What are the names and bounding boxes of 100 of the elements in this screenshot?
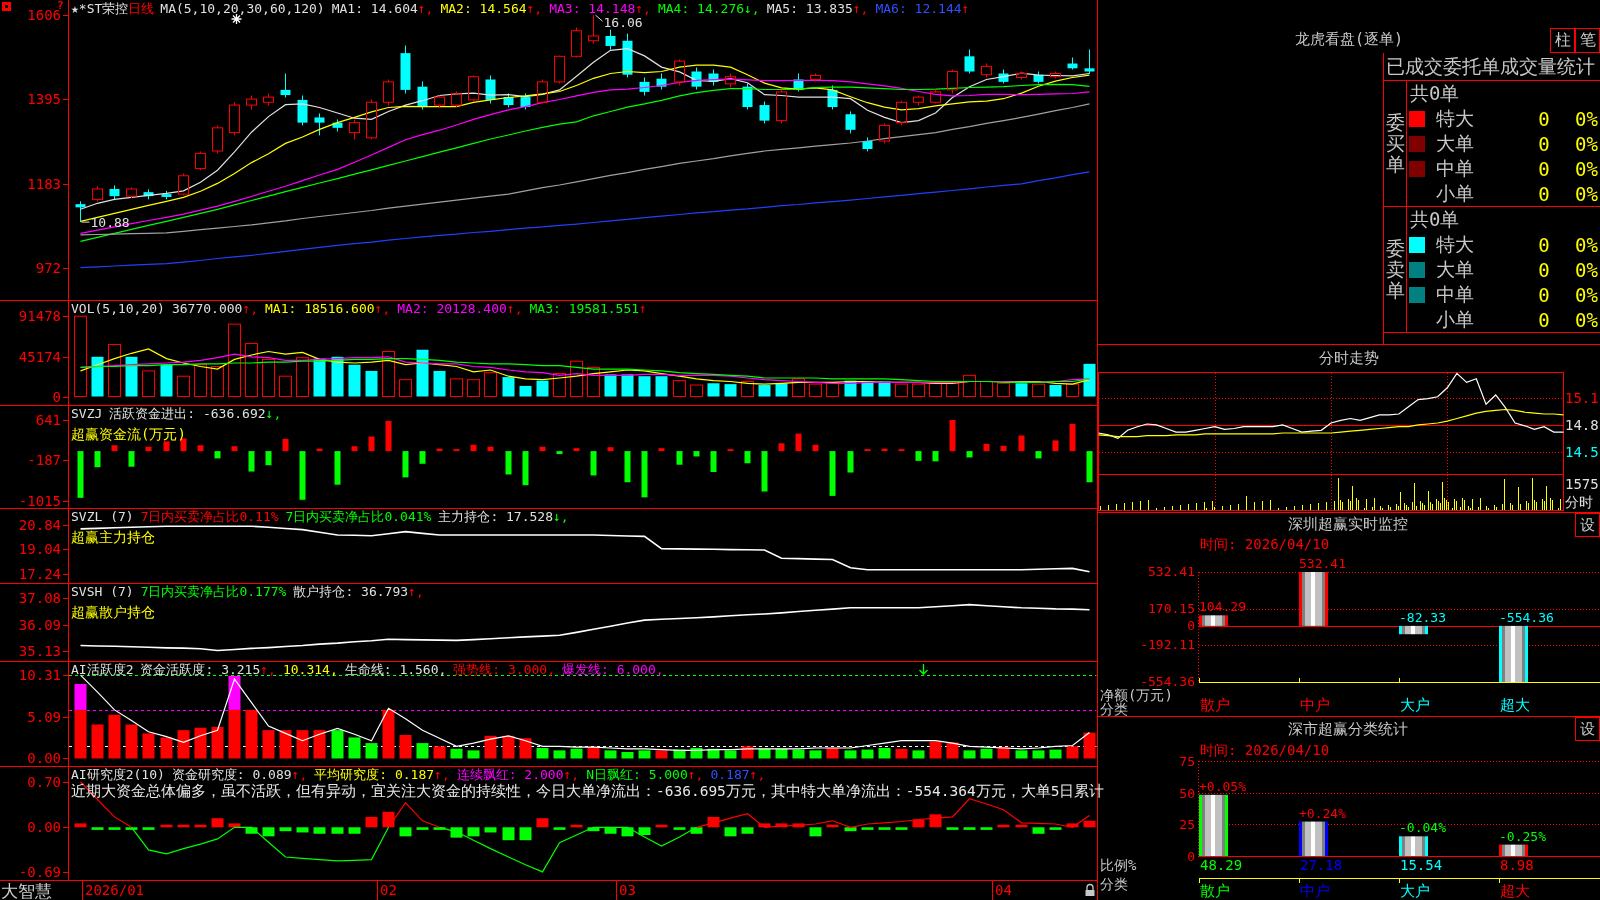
stock-name: ★*ST荣控 [71, 1, 129, 16]
view-toggle-button[interactable]: 笔 [1575, 28, 1600, 53]
fund-flow-bar [77, 451, 84, 498]
volume-bar [895, 383, 908, 397]
panel-title: 龙虎看盘(逐单) [1293, 30, 1405, 50]
lock-icon[interactable] [1085, 883, 1095, 896]
annotation: 16.06 [603, 15, 643, 31]
candlestick [605, 29, 616, 51]
order-count: 0 [1537, 234, 1551, 256]
research-bar [826, 824, 839, 828]
activity-bar [809, 750, 822, 759]
fund-flow-bar [316, 448, 323, 452]
fund-flow-bar [829, 451, 836, 496]
research-bar [844, 827, 857, 832]
indicator-name: AI研究度2(10) [71, 767, 165, 782]
research-bar [211, 818, 224, 828]
volume-bar [758, 385, 771, 397]
research-bar [792, 823, 805, 828]
fund-flow-bar [898, 449, 905, 452]
candlestick [537, 79, 548, 104]
activity-bar [348, 737, 361, 759]
research-bar [502, 827, 515, 841]
trend-arrow: ↑, [374, 301, 391, 316]
view-toggle-button[interactable]: 柱 [1550, 28, 1575, 53]
activity-bar [536, 747, 549, 759]
indicator-value: 活跃资金进出: -636.692 [109, 406, 266, 421]
fund-flow-bar [197, 445, 204, 452]
volume-bar [741, 381, 754, 397]
settings-button[interactable]: 设 [1575, 717, 1600, 741]
research-bar [108, 827, 121, 830]
indicator-value: MA1: 18516.600 [265, 301, 375, 316]
order-count: 0 [1537, 309, 1551, 331]
order-total: 共0单 [1410, 82, 1460, 104]
fund-flow-bar [282, 438, 289, 452]
fund-flow-bar [744, 451, 751, 464]
indicator-value: 7日内买卖净占比0.11% [140, 509, 279, 524]
candlestick [75, 200, 86, 223]
fund-flow-bar [641, 451, 648, 498]
annotation: 10.88 [90, 215, 130, 231]
candlestick [349, 118, 360, 140]
volume-bar [142, 370, 155, 397]
research-bar [399, 827, 412, 837]
share-bar [1299, 821, 1328, 856]
order-size-label: 小单 [1436, 307, 1475, 332]
research-bar [177, 824, 190, 828]
activity-bar [895, 748, 908, 759]
activity-bar [826, 747, 839, 759]
change-label: -0.04% [1399, 820, 1446, 836]
axis-label: 0.00 [27, 750, 61, 766]
fund-flow-bar [351, 446, 358, 452]
indicator-title: 超赢散户持仓 [71, 604, 155, 620]
category-label: 散户 [1200, 696, 1230, 714]
axis-title: 分类 [1100, 876, 1128, 892]
volume-bar [673, 380, 686, 397]
candlestick [639, 77, 650, 96]
activity-bar [758, 748, 771, 759]
research-bar [365, 816, 378, 828]
value-label: 532.41 [1299, 556, 1346, 571]
candlestick [417, 81, 428, 110]
volume-bar [1083, 363, 1096, 397]
settings-button[interactable]: 设 [1575, 513, 1600, 537]
candlestick [434, 94, 445, 108]
order-count: 0 [1537, 158, 1551, 180]
activity-bar [125, 724, 138, 759]
activity-bar [450, 748, 463, 759]
research-bar [980, 827, 993, 830]
research-bar [1032, 827, 1045, 834]
activity-bar [519, 738, 532, 759]
candlestick [366, 98, 377, 140]
candlestick [246, 94, 257, 110]
trend-arrow: ↑ [961, 1, 970, 16]
indicator-value: MA2: 20128.400 [397, 301, 507, 316]
research-bar [296, 827, 309, 833]
indicator-value: N日飘红: 5.000 [586, 767, 688, 782]
axis-label: 15.1 [1565, 389, 1599, 406]
axis-label: 20.84 [18, 516, 61, 533]
fund-flow-bar [1000, 445, 1007, 452]
candlestick [776, 89, 787, 124]
indicator-value: MA4: 14.276 [657, 1, 745, 16]
fund-flow-bar [419, 451, 426, 464]
trend-arrow: ↑, [291, 767, 308, 782]
activity-bar [382, 709, 395, 759]
candlestick [674, 59, 685, 86]
research-bar [245, 827, 258, 834]
down-arrow-icon [918, 663, 929, 675]
square-icon[interactable] [2, 2, 11, 11]
date-label: 02 [380, 882, 397, 898]
fund-flow-bar [915, 451, 922, 461]
fund-flow-bar [111, 445, 118, 452]
order-percent: 0% [1574, 284, 1599, 306]
fund-flow-bar [864, 449, 871, 452]
order-size-label: 大单 [1436, 257, 1475, 282]
indicator-value: 36770.000 [171, 301, 243, 316]
activity-bar [690, 747, 703, 759]
trend-arrow: ↑, [417, 1, 434, 16]
order-percent: 0% [1574, 234, 1599, 256]
activity-bar [844, 750, 857, 759]
activity-bar [211, 726, 224, 759]
volume-bar [536, 380, 549, 397]
candlestick [656, 73, 667, 90]
